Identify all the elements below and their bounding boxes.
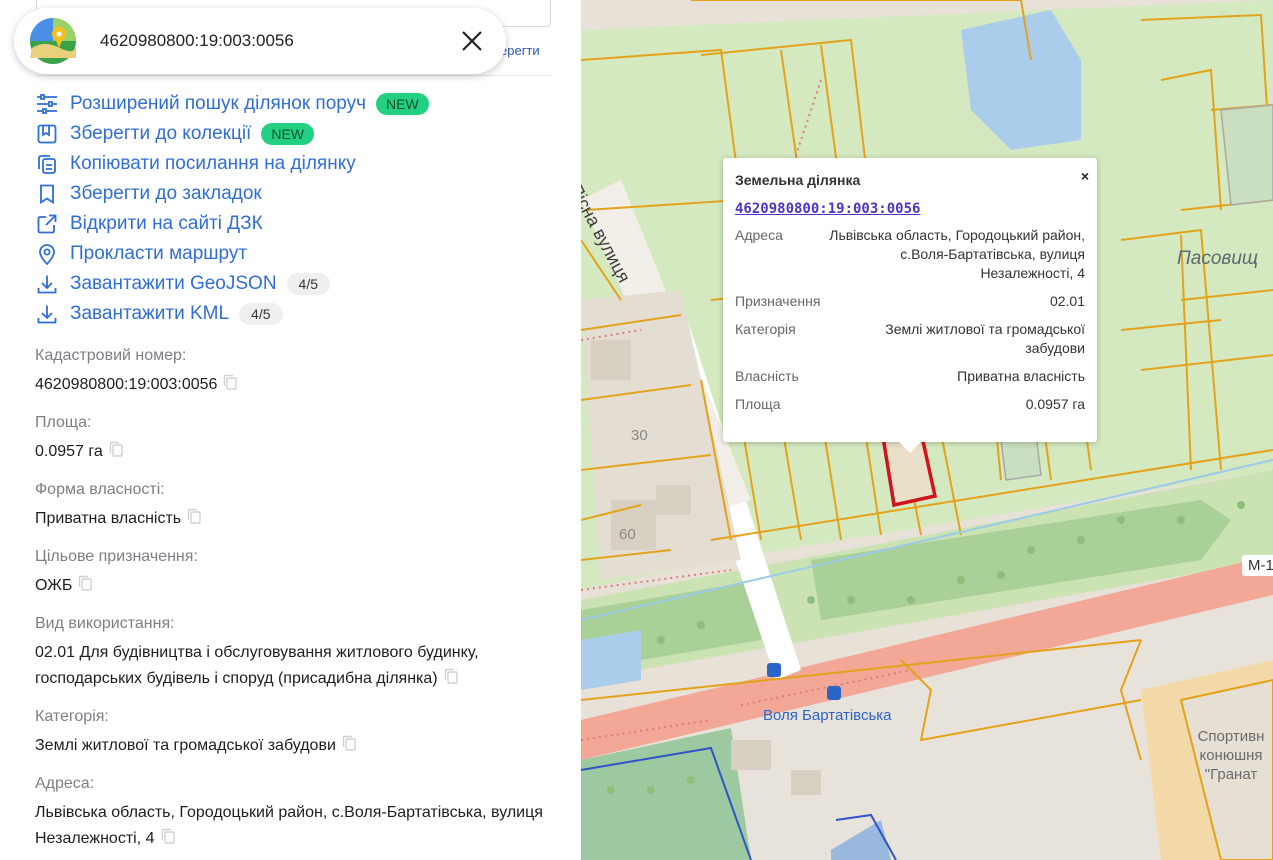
field-value-row: 0.0957 га bbox=[35, 439, 555, 465]
popup-row-ownership: Власність Приватна власність bbox=[735, 367, 1085, 386]
app-root: ерегти 4620980800:19:003:0056 Розширений… bbox=[0, 0, 1273, 860]
field-value: Львівська область, Городоцький район, с.… bbox=[35, 804, 543, 847]
map-pin-icon bbox=[35, 242, 59, 266]
popup-value: Львівська область, Городоцький район, с.… bbox=[829, 227, 1085, 281]
action-open-dzk[interactable]: Відкрити на сайті ДЗК bbox=[35, 209, 555, 239]
action-nearby-search[interactable]: Розширений пошук ділянок поруч NEW bbox=[35, 89, 555, 119]
popup-key: Площа bbox=[735, 396, 781, 412]
field-label: Категорія: bbox=[35, 708, 109, 725]
field-value-row: Львівська область, Городоцький район, с.… bbox=[35, 800, 555, 852]
bookmark-icon bbox=[35, 182, 59, 206]
external-link-icon bbox=[35, 212, 59, 236]
popup-value: 0.0957 га bbox=[1025, 396, 1085, 412]
popup-value: 02.01 bbox=[1049, 293, 1085, 309]
action-label: Розширений пошук ділянок поруч bbox=[70, 93, 367, 114]
action-label: Завантажити GeoJSON bbox=[70, 273, 277, 294]
field-label: Вид використання: bbox=[35, 615, 175, 632]
action-download-kml[interactable]: Завантажити KML 4/5 bbox=[35, 299, 555, 329]
field-value: ОЖБ bbox=[35, 577, 73, 594]
close-icon bbox=[462, 31, 482, 51]
action-bookmark[interactable]: Зберегти до закладок bbox=[35, 179, 555, 209]
download-count-badge: 4/5 bbox=[286, 273, 331, 295]
field-label: Площа: bbox=[35, 414, 92, 431]
action-download-geojson[interactable]: Завантажити GeoJSON 4/5 bbox=[35, 269, 555, 299]
popup-row-area: Площа 0.0957 га bbox=[735, 395, 1085, 414]
field-usage-type: Вид використання: 02.01 Для будівництва … bbox=[35, 614, 555, 692]
copy-link-icon bbox=[35, 152, 59, 176]
field-value-row: Землі житлової та громадської забудови bbox=[35, 733, 555, 759]
field-value-row: 4620980800:19:003:0056 bbox=[35, 372, 555, 398]
popup-value: Приватна власність bbox=[957, 368, 1085, 384]
field-value: Землі житлової та громадської забудови bbox=[35, 737, 336, 754]
download-icon bbox=[35, 302, 59, 326]
search-query[interactable]: 4620980800:19:003:0056 bbox=[100, 31, 458, 51]
new-badge: NEW bbox=[376, 93, 429, 115]
field-label: Кадастровий номер: bbox=[35, 347, 187, 364]
parcel-info-panel: ерегти 4620980800:19:003:0056 Розширений… bbox=[0, 0, 581, 860]
popup-row-category: Категорія Землі житлової та громадської … bbox=[735, 320, 1085, 358]
field-label: Адреса: bbox=[35, 775, 95, 792]
download-icon bbox=[35, 272, 59, 296]
house-number-label: 60 bbox=[619, 526, 636, 543]
field-value-row: Приватна власність bbox=[35, 506, 555, 532]
popup-row-purpose: Призначення 02.01 bbox=[735, 292, 1085, 311]
house-number-label: 30 bbox=[631, 427, 648, 444]
popup-value: Землі житлової та громадської забудови bbox=[885, 321, 1085, 356]
action-label: Прокласти маршрут bbox=[70, 243, 248, 264]
place-label: Пасовищ bbox=[1177, 248, 1259, 269]
field-address: Адреса: Львівська область, Городоцький р… bbox=[35, 774, 555, 852]
action-label: Відкрити на сайті ДЗК bbox=[70, 213, 263, 234]
road-ref-label: М-1 bbox=[1242, 555, 1273, 576]
bus-stop-label[interactable]: Воля Бартатівська bbox=[763, 707, 892, 724]
popup-key: Призначення bbox=[735, 293, 821, 309]
field-value-row: 02.01 Для будівництва і обслуговування ж… bbox=[35, 640, 555, 692]
field-value: Приватна власність bbox=[35, 510, 182, 527]
field-label: Цільове призначення: bbox=[35, 548, 198, 565]
popup-key: Власність bbox=[735, 368, 799, 384]
parcel-details: Кадастровий номер: 4620980800:19:003:005… bbox=[35, 346, 555, 860]
popup-title: Земельна ділянка bbox=[735, 172, 861, 188]
field-label: Форма власності: bbox=[35, 481, 165, 498]
panel-divider bbox=[36, 75, 551, 76]
clear-search-button[interactable] bbox=[458, 27, 486, 55]
new-badge: NEW bbox=[261, 123, 314, 145]
field-purpose: Цільове призначення: ОЖБ bbox=[35, 547, 555, 599]
action-label: Зберегти до колекції bbox=[70, 123, 252, 144]
field-value: 0.0957 га bbox=[35, 443, 103, 460]
sliders-icon bbox=[35, 92, 59, 116]
popup-close-button[interactable]: × bbox=[1081, 168, 1089, 184]
popup-row-address: Адреса Львівська область, Городоцький ра… bbox=[735, 226, 1085, 283]
save-link-partial[interactable]: ерегти bbox=[500, 43, 540, 58]
copy-icon[interactable] bbox=[223, 374, 238, 390]
copy-icon[interactable] bbox=[444, 668, 458, 684]
copy-icon[interactable] bbox=[161, 828, 175, 844]
copy-icon[interactable] bbox=[78, 575, 93, 591]
copy-icon[interactable] bbox=[109, 441, 123, 457]
field-cadastral-number: Кадастровий номер: 4620980800:19:003:005… bbox=[35, 346, 555, 398]
field-value-row: ОЖБ bbox=[35, 573, 555, 599]
action-label: Копіювати посилання на ділянку bbox=[70, 153, 356, 174]
parcel-popup: Земельна ділянка × 4620980800:19:003:005… bbox=[723, 158, 1097, 453]
action-list: Розширений пошук ділянок поруч NEW Збере… bbox=[35, 89, 555, 329]
action-save-collection[interactable]: Зберегти до колекції NEW bbox=[35, 119, 555, 149]
copy-icon[interactable] bbox=[342, 735, 356, 751]
search-card: 4620980800:19:003:0056 bbox=[14, 8, 506, 74]
field-category: Категорія: Землі житлової та громадської… bbox=[35, 707, 555, 759]
popup-key: Категорія bbox=[735, 321, 796, 337]
action-label: Завантажити KML bbox=[70, 303, 230, 324]
field-area: Площа: 0.0957 га bbox=[35, 413, 555, 465]
action-label: Зберегти до закладок bbox=[70, 183, 262, 204]
popup-cadastral-link[interactable]: 4620980800:19:003:0056 bbox=[735, 201, 920, 217]
bookmark-square-icon bbox=[35, 122, 59, 146]
poi-label: Спортивн конюшня "Гранат bbox=[1197, 728, 1265, 783]
copy-icon[interactable] bbox=[187, 508, 201, 524]
download-count-badge: 4/5 bbox=[239, 303, 283, 325]
field-value: 4620980800:19:003:0056 bbox=[35, 376, 218, 393]
action-copy-link[interactable]: Копіювати посилання на ділянку bbox=[35, 149, 555, 179]
field-ownership: Форма власності: Приватна власність bbox=[35, 480, 555, 532]
field-value: 02.01 Для будівництва і обслуговування ж… bbox=[35, 644, 479, 687]
action-route[interactable]: Прокласти маршрут bbox=[35, 239, 555, 269]
popup-key: Адреса bbox=[735, 227, 783, 243]
app-logo-icon bbox=[30, 18, 76, 64]
